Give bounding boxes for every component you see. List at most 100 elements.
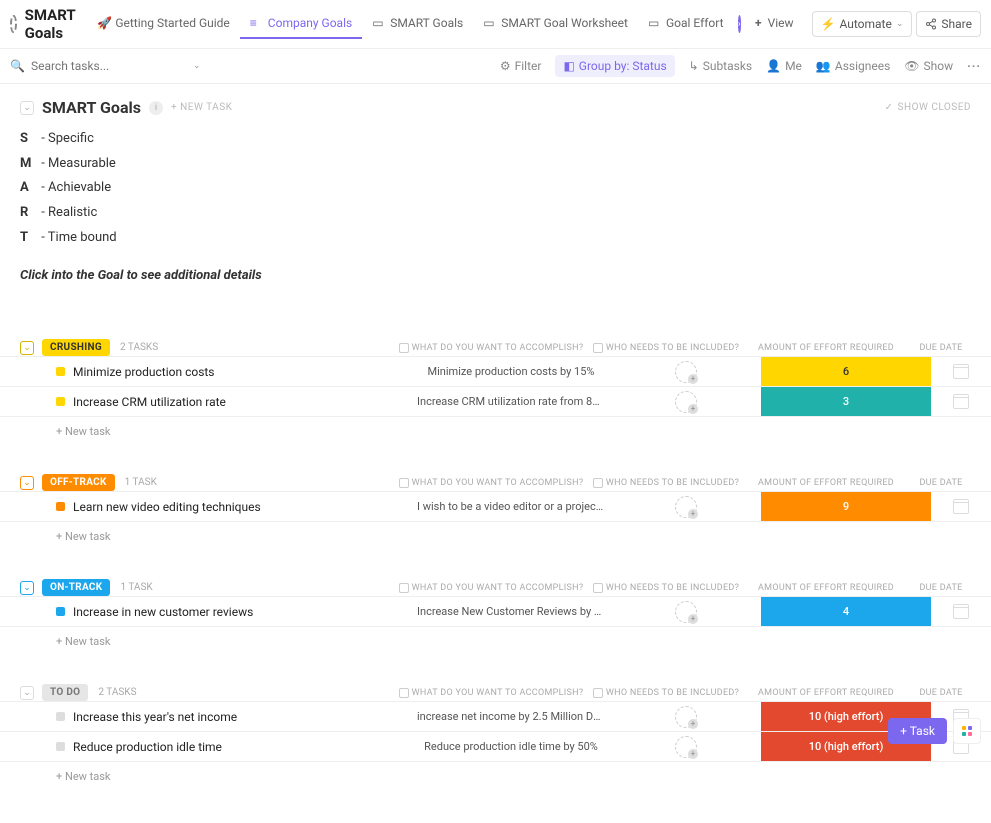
info-icon[interactable]: i [149, 101, 163, 115]
due-date-icon[interactable] [953, 604, 969, 619]
share-button[interactable]: Share [916, 11, 981, 37]
tab-icon: ▭ [648, 16, 662, 30]
group-collapse-icon[interactable]: ⌄ [20, 341, 34, 355]
assignee-add-icon[interactable] [675, 391, 697, 413]
status-square-icon [56, 742, 65, 751]
task-accomplish: Increase New Customer Reviews by 30% Yea… [411, 605, 611, 618]
effort-cell[interactable]: 9 [761, 492, 931, 521]
assignee-add-icon[interactable] [675, 361, 697, 383]
show-closed-button[interactable]: ✓ SHOW CLOSED [885, 102, 971, 113]
me-button[interactable]: 👤 Me [766, 59, 802, 73]
col-due: DUE DATE [911, 688, 971, 698]
app-icon[interactable] [10, 15, 17, 33]
tab-getting-started-guide[interactable]: 🚀 Getting Started Guide [87, 9, 239, 39]
tab-smart-goals[interactable]: ▭ SMART Goals [362, 9, 473, 39]
due-date-icon[interactable] [953, 364, 969, 379]
col-accomplish: WHAT DO YOU WANT TO ACCOMPLISH? [391, 688, 591, 698]
col-included: WHO NEEDS TO BE INCLUDED? [591, 478, 741, 488]
col-included: WHO NEEDS TO BE INCLUDED? [591, 343, 741, 353]
task-count: 1 TASK [125, 477, 157, 488]
add-view-button[interactable]: View [745, 9, 804, 39]
assignee-add-icon[interactable] [675, 496, 697, 518]
status-pill[interactable]: ON-TRACK [42, 579, 110, 596]
col-due: DUE DATE [911, 343, 971, 353]
group-collapse-icon[interactable]: ⌄ [20, 581, 34, 595]
effort-cell[interactable]: 6 [761, 357, 931, 386]
new-task-row[interactable]: + New task [0, 521, 991, 543]
task-row[interactable]: Learn new video editing techniquesI wish… [0, 491, 991, 521]
task-row[interactable]: Minimize production costs Minimize produc… [0, 356, 991, 386]
search-caret-icon[interactable]: ⌄ [193, 61, 201, 71]
col-effort: AMOUNT OF EFFORT REQUIRED [741, 688, 911, 698]
task-count: 1 TASK [120, 582, 152, 593]
show-button[interactable]: 👁 Show [904, 59, 953, 73]
assignee-add-icon[interactable] [675, 601, 697, 623]
new-task-link[interactable]: + NEW TASK [171, 102, 232, 113]
due-date-icon[interactable] [953, 499, 969, 514]
list-collapse-icon[interactable]: ⌄ [20, 101, 34, 115]
task-row[interactable]: Increase CRM utilization rate Increase CR… [0, 386, 991, 416]
status-pill[interactable]: CRUSHING [42, 339, 110, 356]
status-square-icon [56, 397, 65, 406]
effort-cell[interactable]: 3 [761, 387, 931, 416]
col-due: DUE DATE [911, 583, 971, 593]
status-square-icon [56, 502, 65, 511]
task-title: Minimize production costs [73, 365, 215, 379]
group-collapse-icon[interactable]: ⌄ [20, 476, 34, 490]
more-options-icon[interactable]: ··· [967, 59, 981, 73]
list-description: S - SpecificM - MeasurableA - Achievable… [20, 127, 971, 250]
group-by-button[interactable]: ◧ Group by: Status [555, 55, 674, 77]
list-title: SMART Goals [42, 98, 141, 117]
more-views-icon[interactable]: › [738, 15, 741, 33]
due-date-icon[interactable] [953, 394, 969, 409]
task-count: 2 TASKS [98, 687, 136, 698]
tab-icon: ▭ [483, 16, 497, 30]
new-task-row[interactable]: + New task [0, 626, 991, 648]
task-row[interactable]: Increase this year's net incomeincrease … [0, 701, 991, 731]
tab-icon: ≡ [250, 16, 264, 30]
col-included: WHO NEEDS TO BE INCLUDED? [591, 583, 741, 593]
col-accomplish: WHAT DO YOU WANT TO ACCOMPLISH? [391, 583, 591, 593]
task-title: Increase this year's net income [73, 710, 237, 724]
new-task-fab[interactable]: + Task [888, 718, 947, 744]
list-description-footer: Click into the Goal to see additional de… [20, 264, 971, 289]
col-accomplish: WHAT DO YOU WANT TO ACCOMPLISH? [391, 343, 591, 353]
col-accomplish: WHAT DO YOU WANT TO ACCOMPLISH? [391, 478, 591, 488]
task-title: Increase in new customer reviews [73, 605, 253, 619]
filter-button[interactable]: ⚙ Filter [500, 59, 542, 73]
status-square-icon [56, 607, 65, 616]
col-effort: AMOUNT OF EFFORT REQUIRED [741, 343, 911, 353]
task-title: Increase CRM utilization rate [73, 395, 226, 409]
apps-button[interactable] [953, 718, 981, 744]
new-task-row[interactable]: + New task [0, 416, 991, 438]
tab-icon: 🚀 [97, 16, 111, 30]
tab-goal-effort[interactable]: ▭ Goal Effort [638, 9, 734, 39]
page-title: SMART Goals [25, 6, 76, 42]
task-accomplish: Increase CRM utilization rate from 80 to… [411, 395, 611, 408]
task-accomplish: Reduce production idle time by 50% [411, 740, 611, 753]
search-box[interactable]: 🔍 ⌄ [10, 59, 201, 73]
col-effort: AMOUNT OF EFFORT REQUIRED [741, 478, 911, 488]
automate-button[interactable]: ⚡ Automate ⌄ [812, 11, 913, 37]
task-row[interactable]: Increase in new customer reviews Increase… [0, 596, 991, 626]
tab-icon: ▭ [372, 16, 386, 30]
task-row[interactable]: Reduce production idle timeReduce produc… [0, 731, 991, 761]
col-included: WHO NEEDS TO BE INCLUDED? [591, 688, 741, 698]
assignee-add-icon[interactable] [675, 736, 697, 758]
search-input[interactable] [31, 59, 187, 73]
task-count: 2 TASKS [120, 342, 158, 353]
status-pill[interactable]: OFF-TRACK [42, 474, 115, 491]
group-collapse-icon[interactable]: ⌄ [20, 686, 34, 700]
assignees-button[interactable]: 👥 Assignees [816, 59, 890, 73]
assignee-add-icon[interactable] [675, 706, 697, 728]
tab-smart-goal-worksheet[interactable]: ▭ SMART Goal Worksheet [473, 9, 638, 39]
effort-cell[interactable]: 4 [761, 597, 931, 626]
new-task-row[interactable]: + New task [0, 761, 991, 783]
status-square-icon [56, 367, 65, 376]
subtasks-button[interactable]: ↳ Subtasks [689, 59, 752, 73]
task-title: Learn new video editing techniques [73, 500, 261, 514]
status-pill[interactable]: TO DO [42, 684, 88, 701]
col-effort: AMOUNT OF EFFORT REQUIRED [741, 583, 911, 593]
tab-company-goals[interactable]: ≡ Company Goals [240, 9, 362, 39]
task-accomplish: Minimize production costs by 15% [411, 365, 611, 378]
